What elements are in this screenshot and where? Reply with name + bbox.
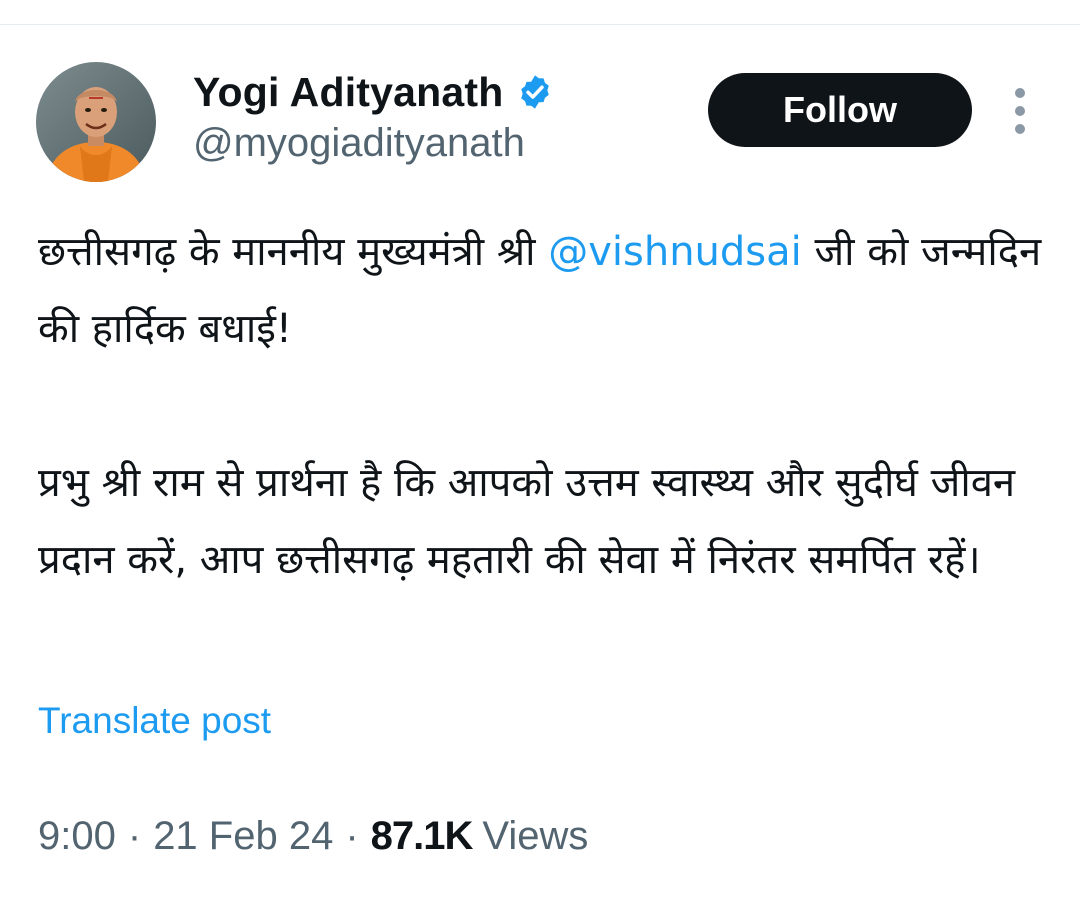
translate-post-link[interactable]: Translate post <box>38 700 271 742</box>
tweet-date[interactable]: 21 Feb 24 <box>153 814 333 859</box>
author-display-name[interactable]: Yogi Adityanath <box>193 69 504 116</box>
tweet-text: छत्तीसगढ़ के माननीय मुख्यमंत्री श्री @vi… <box>38 214 1048 599</box>
meta-separator: · <box>345 814 359 858</box>
top-divider <box>0 24 1080 25</box>
meta-separator: · <box>127 814 142 858</box>
mention-link[interactable]: @vishnudsai <box>548 229 802 275</box>
more-dot <box>1015 106 1025 116</box>
tweet-text-segment: छत्तीसगढ़ के माननीय मुख्यमंत्री श्री <box>38 229 549 275</box>
author-handle[interactable]: @myogiadityanath <box>193 121 525 166</box>
tweet-time[interactable]: 9:00 <box>38 814 116 859</box>
author-name-row: Yogi Adityanath <box>193 66 554 118</box>
more-dot <box>1015 124 1025 134</box>
tweet-paragraph-2: प्रभु श्री राम से प्रार्थना है कि आपको उ… <box>38 460 1016 583</box>
verified-badge-icon <box>520 75 549 109</box>
more-dot <box>1015 88 1025 98</box>
views-label[interactable]: Views <box>482 814 588 859</box>
follow-button[interactable]: Follow <box>708 73 972 147</box>
tweet-paragraph-1: छत्तीसगढ़ के माननीय मुख्यमंत्री श्री @vi… <box>38 214 1048 368</box>
avatar-photo <box>36 62 156 182</box>
avatar[interactable] <box>36 62 156 182</box>
views-count[interactable]: 87.1K <box>371 814 474 859</box>
more-options-icon[interactable] <box>1005 88 1035 134</box>
tweet-meta: 9:00 · 21 Feb 24 · 87.1K Views <box>38 814 588 859</box>
